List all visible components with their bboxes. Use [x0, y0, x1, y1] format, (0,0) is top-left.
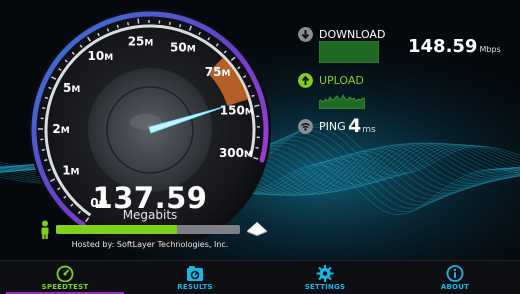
upload-graph: [319, 87, 365, 109]
minor-tick: [170, 22, 171, 25]
hosted-by-label: Hosted by: SoftLayer Technologies, Inc.: [30, 240, 270, 249]
test-progress-bar: [56, 225, 240, 234]
upload-arrow-icon: [298, 73, 313, 88]
download-graph: [319, 41, 379, 63]
major-tick: [138, 19, 139, 24]
upload-label: UPLOAD: [319, 74, 364, 87]
tab-results[interactable]: RESULTS: [130, 261, 260, 294]
minor-tick: [117, 25, 118, 28]
tab-speedtest[interactable]: SPEEDTEST: [0, 261, 130, 294]
test-progress-fill: [56, 225, 177, 234]
ping-icon: [298, 119, 313, 134]
download-value: 148.59Mbps: [408, 36, 501, 57]
ping-label: PING: [319, 120, 346, 133]
tab-results-label: RESULTS: [130, 283, 260, 291]
minor-tick: [42, 150, 45, 151]
person-icon: [38, 220, 52, 240]
minor-tick: [45, 97, 48, 98]
tab-settings[interactable]: SETTINGS: [260, 261, 390, 294]
download-unit: Mbps: [479, 45, 500, 54]
minor-tick: [252, 95, 255, 96]
about-icon: [446, 265, 464, 282]
ping-unit: ms: [362, 125, 375, 135]
speedtest-icon: [56, 265, 74, 282]
results-icon: [186, 265, 204, 282]
download-label: DOWNLOAD: [319, 28, 385, 41]
minor-tick: [44, 160, 47, 161]
ping-number: 4: [348, 115, 361, 137]
current-speed-unit: Megabits: [40, 208, 260, 222]
download-arrow-icon: [298, 27, 313, 42]
tab-settings-label: SETTINGS: [260, 283, 390, 291]
tab-about[interactable]: ABOUT: [390, 261, 520, 294]
tab-about-label: ABOUT: [390, 283, 520, 291]
tab-speedtest-label: SPEEDTEST: [0, 283, 130, 291]
bottom-tab-bar: SPEEDTEST RESULTS SETTINGS: [0, 260, 520, 294]
minor-tick: [180, 24, 181, 27]
settings-icon: [316, 265, 334, 282]
ping-value: 4ms: [348, 115, 376, 137]
minor-tick: [42, 108, 45, 109]
download-number: 148.59: [408, 36, 477, 57]
minor-tick: [128, 22, 129, 25]
server-icon: [246, 221, 268, 237]
